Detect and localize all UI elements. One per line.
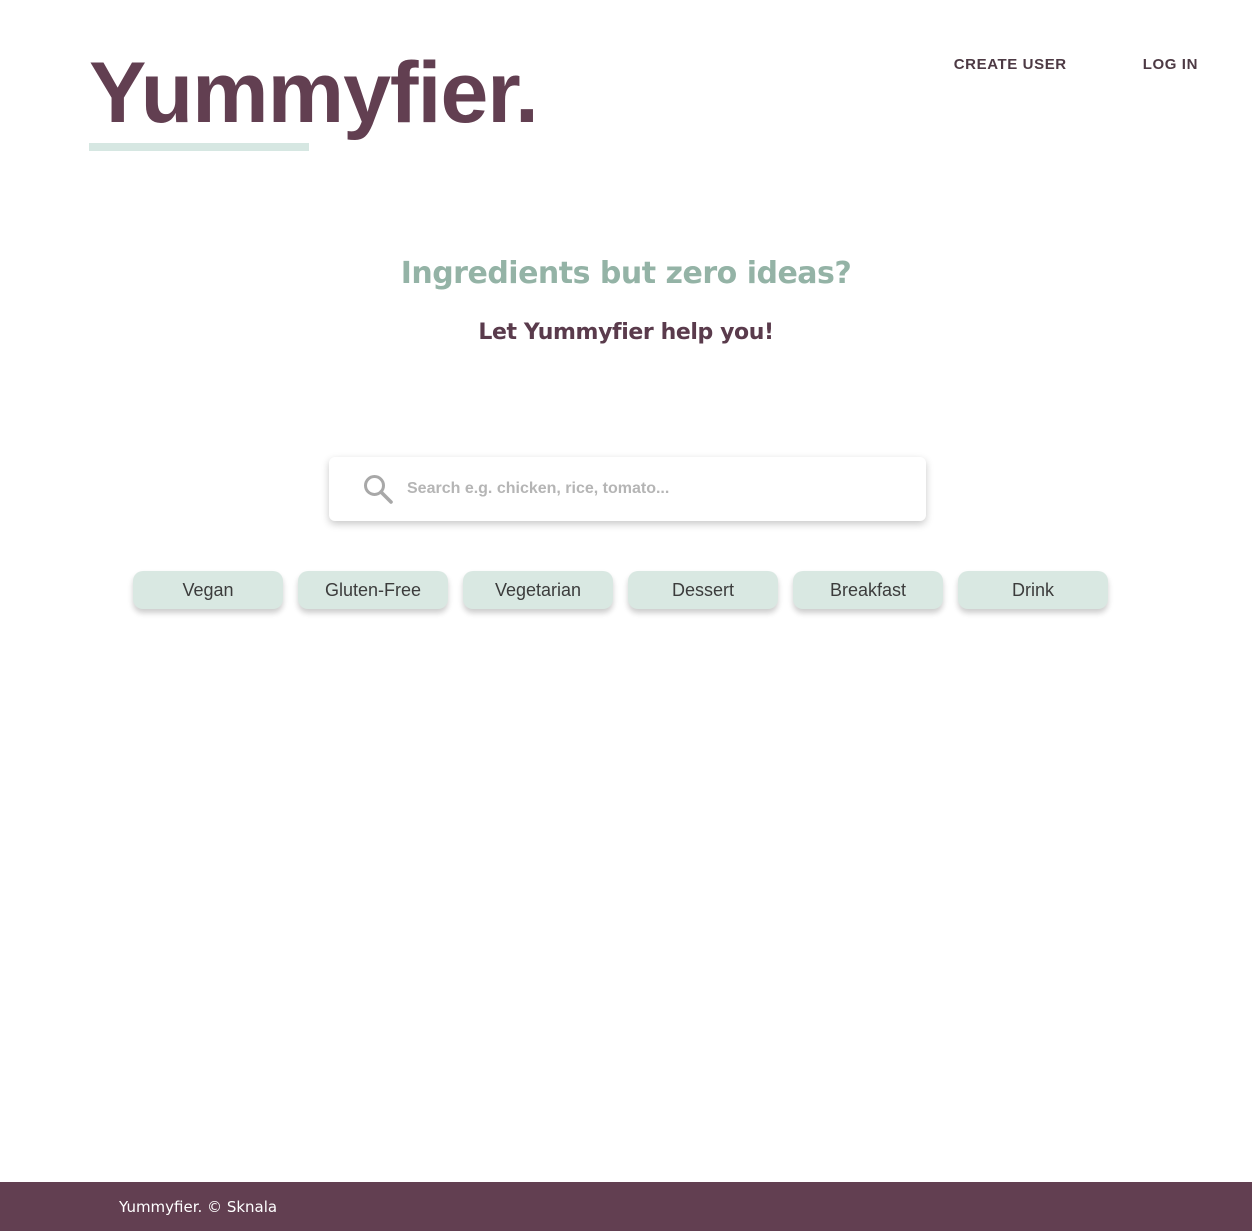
search-icon: [364, 475, 393, 504]
search-box[interactable]: [329, 457, 926, 521]
log-in-link[interactable]: LOG IN: [1143, 56, 1198, 73]
create-user-link[interactable]: CREATE USER: [954, 56, 1067, 73]
page: Yummyfier. CREATE USER LOG IN Ingredient…: [0, 0, 1252, 1231]
hero-headline: Ingredients but zero ideas?: [400, 256, 852, 291]
logo-underline: [89, 143, 309, 151]
tag-dessert[interactable]: Dessert: [628, 571, 778, 609]
tag-vegetarian[interactable]: Vegetarian: [463, 571, 613, 609]
logo[interactable]: Yummyfier.: [89, 50, 539, 136]
footer-copyright: Yummyfier. © Sknala: [119, 1198, 278, 1216]
tag-gluten-free[interactable]: Gluten-Free: [298, 571, 448, 609]
hero-subheadline: Let Yummyfier help you!: [478, 320, 774, 345]
footer: Yummyfier. © Sknala: [0, 1182, 1252, 1231]
top-nav: CREATE USER LOG IN: [954, 56, 1198, 73]
tag-drink[interactable]: Drink: [958, 571, 1108, 609]
tag-breakfast[interactable]: Breakfast: [793, 571, 943, 609]
category-tags: Vegan Gluten-Free Vegetarian Dessert Bre…: [133, 571, 1108, 609]
tag-vegan[interactable]: Vegan: [133, 571, 283, 609]
search-input[interactable]: [407, 471, 897, 507]
